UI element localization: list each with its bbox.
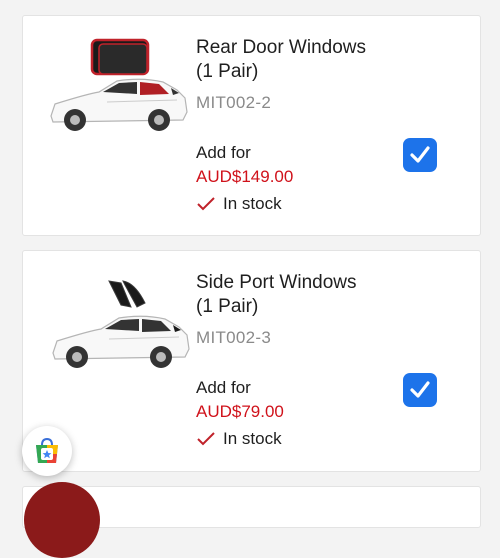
check-icon bbox=[410, 381, 430, 398]
shopping-bag-star-icon bbox=[36, 437, 58, 463]
product-price: AUD$149.00 bbox=[196, 167, 294, 186]
add-checkbox[interactable] bbox=[403, 373, 437, 407]
product-sku: MIT002-3 bbox=[196, 328, 272, 347]
product-price: AUD$79.00 bbox=[196, 402, 284, 421]
product-title: Rear Door Windows (1 Pair) bbox=[196, 37, 366, 82]
product-sku: MIT002-2 bbox=[196, 93, 272, 112]
add-for-label: Add for bbox=[196, 143, 251, 162]
car-with-side-port-shades-image bbox=[52, 280, 190, 368]
add-checkbox[interactable] bbox=[403, 138, 437, 172]
chat-button[interactable] bbox=[24, 482, 100, 558]
product-card-side-port: Side Port Windows (1 Pair) MIT002-3 Add … bbox=[22, 250, 481, 472]
stock-status: In stock bbox=[196, 429, 282, 449]
car-with-rear-door-shades-image bbox=[50, 38, 188, 131]
stock-status: In stock bbox=[196, 194, 282, 214]
checkmark-icon bbox=[197, 432, 215, 446]
product-card-rear-door: Rear Door Windows (1 Pair) MIT002-2 Add … bbox=[22, 15, 481, 236]
product-title: Side Port Windows (1 Pair) bbox=[196, 272, 357, 317]
add-for-label: Add for bbox=[196, 378, 251, 397]
checkmark-icon bbox=[197, 197, 215, 211]
check-icon bbox=[410, 146, 430, 163]
shop-floating-button[interactable] bbox=[22, 426, 72, 476]
